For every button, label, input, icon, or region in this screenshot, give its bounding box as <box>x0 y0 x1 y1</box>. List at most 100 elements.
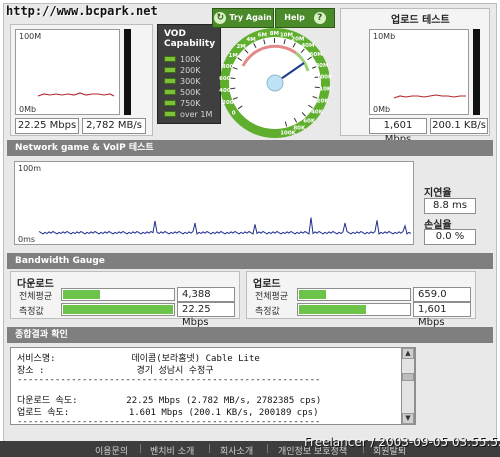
vod-led <box>164 56 176 62</box>
footer-link-contact[interactable]: 이용문의 <box>95 444 128 457</box>
freelancer-timestamp: Freelancer / 2003-09-05 03:55:52 <box>304 435 500 449</box>
speed-gauge: 02004006008001M2M4M6M 8M 10M20M40M60M80M10… <box>219 28 332 138</box>
gauge-tick <box>230 77 236 80</box>
vod-level-500k: 500K <box>164 88 220 97</box>
gauge-scale-label: 800 <box>222 64 234 70</box>
upload-graph: 10Mb 0Mb <box>369 29 469 115</box>
scroll-thumb[interactable] <box>402 373 414 381</box>
gauge-scale-label: 100M <box>317 75 332 81</box>
gauge-scale-label: 1M <box>229 53 238 59</box>
gauge-scale-label: 80M <box>315 63 328 69</box>
download-measured-fill <box>63 305 173 314</box>
footer-link-about-benchbee[interactable]: 벤치비 소개 <box>150 444 194 457</box>
download-measured-label: 측정값 <box>19 307 44 317</box>
vod-level-label: over 1M <box>180 110 213 119</box>
gauge-scale-label: 60M <box>310 52 323 58</box>
gauge-scale-label: 40M <box>301 43 314 49</box>
footer-link-company[interactable]: 회사소개 <box>220 444 253 457</box>
network-section-header: Network game & VoIP 테스트 <box>7 140 493 156</box>
vod-level-label: 100K <box>180 55 201 64</box>
help-label: Help <box>284 13 305 22</box>
gauge-scale-label: 8M <box>270 31 279 37</box>
download-measured-bar <box>61 303 175 316</box>
upload-measured-fill <box>299 305 367 314</box>
download-avg-bar <box>61 288 175 301</box>
upload-measured-value: 1,601 Mbps <box>413 302 471 328</box>
scroll-down-icon[interactable]: ▼ <box>402 413 414 424</box>
upload-avg-fill <box>299 290 327 299</box>
upload-speed-line <box>393 94 466 99</box>
upload-test-panel: 업로드 테스트 10Mb 0Mb 1,601 Mbps 200.1 KB/s <box>340 8 490 145</box>
packet-loss-value: 0.0 % <box>424 229 476 245</box>
scroll-up-icon[interactable]: ▲ <box>402 348 414 359</box>
vod-capability-panel: VOD Capability 100K 200K 300K 500K 750K … <box>157 24 221 124</box>
gauge-scale-label: 400 <box>219 88 231 94</box>
download-mbs-readout: 2,782 MB/s <box>82 118 146 134</box>
gauge-tick <box>230 87 236 90</box>
bandwidth-section-header: Bandwidth Gauge <box>7 253 493 269</box>
download-mbps-readout: 22.25 Mbps <box>15 118 79 134</box>
download-level-bar <box>124 29 131 115</box>
try-again-label: Try Again <box>229 13 272 22</box>
upload-measured-bar <box>297 303 411 316</box>
result-line: ----------------------------------------… <box>17 417 321 425</box>
upload-test-title: 업로드 테스트 <box>391 15 450 26</box>
vod-level-label: 300K <box>180 77 201 86</box>
try-again-button[interactable]: ↻ Try Again <box>212 8 274 28</box>
help-button[interactable]: Help ? <box>275 8 335 28</box>
upload-bandwidth-title: 업로드 <box>253 279 281 290</box>
gauge-scale-label: 6M <box>258 33 267 39</box>
upload-avg-bar <box>297 288 411 301</box>
vod-title-line2: Capability <box>164 39 216 49</box>
vod-level-200k: 200K <box>164 66 220 75</box>
upload-kbs-readout: 200.1 KB/s <box>430 118 488 134</box>
gauge-scale-label: 20M <box>291 36 304 42</box>
result-section-header: 종합결과 확인 <box>7 327 493 343</box>
gauge-scale-label: 10K <box>319 87 332 93</box>
gauge-scale-label: 100K <box>280 130 296 136</box>
vod-led <box>164 78 176 84</box>
upload-measured-label: 측정값 <box>255 307 280 317</box>
download-bandwidth-panel: 다운로드 전체평균 4,388 Mbps 측정값 22.25 Mbps <box>10 271 240 328</box>
vod-level-over-1m: over 1M <box>164 110 220 119</box>
latency-graph: 100m 0ms <box>14 161 414 245</box>
result-scrollbar[interactable]: ▲ ▼ <box>401 347 415 425</box>
vod-level-300k: 300K <box>164 77 220 86</box>
download-bandwidth-title: 다운로드 <box>17 279 54 290</box>
result-textarea[interactable]: 서비스명: 데이콤(보라홈넷) Cable Lite 장소 : 경기 성남시 수… <box>10 347 416 425</box>
gauge-scale-label: 20K <box>317 99 330 105</box>
vod-level-100k: 100K <box>164 55 220 64</box>
footer-separator: | <box>266 444 270 454</box>
upload-mbps-readout: 1,601 Mbps <box>369 118 427 145</box>
gauge-scale-label: 200 <box>222 100 234 106</box>
upload-avg-value: 659.0 kbps <box>413 287 471 313</box>
upload-bandwidth-panel: 업로드 전체평균 659.0 kbps 측정값 1,601 Mbps <box>246 271 476 328</box>
vod-title-line1: VOD <box>164 29 186 39</box>
refresh-icon: ↻ <box>214 11 227 24</box>
vod-level-label: 500K <box>180 88 201 97</box>
upload-level-bar <box>473 29 480 115</box>
vod-level-label: 750K <box>180 99 201 108</box>
footer-separator: | <box>208 444 212 454</box>
footer-separator: | <box>139 444 143 454</box>
vod-led <box>164 100 176 106</box>
download-avg-fill <box>63 290 101 299</box>
watermark-url: http://www.bcpark.net <box>6 4 158 18</box>
download-avg-value: 4,388 Mbps <box>177 287 235 313</box>
gauge-scale-label: 40K <box>311 109 324 115</box>
gauge-hub <box>266 74 284 92</box>
download-avg-label: 전체평균 <box>19 292 53 302</box>
gauge-scale-label: 0 <box>232 110 236 116</box>
download-graph: 100M 0Mb <box>15 29 120 115</box>
download-measured-value: 22.25 Mbps <box>177 302 235 328</box>
vod-title: VOD Capability <box>164 29 215 49</box>
gauge-scale-label: 2M <box>236 44 245 50</box>
vod-led <box>164 89 176 95</box>
vod-level-750k: 750K <box>164 99 220 108</box>
help-icon: ? <box>313 11 326 24</box>
latency-line <box>38 217 412 235</box>
latency-value: 8.8 ms <box>424 198 476 214</box>
gauge-scale-label: 600 <box>219 76 231 82</box>
vod-led <box>164 67 176 73</box>
result-line: ----------------------------------------… <box>17 375 321 385</box>
